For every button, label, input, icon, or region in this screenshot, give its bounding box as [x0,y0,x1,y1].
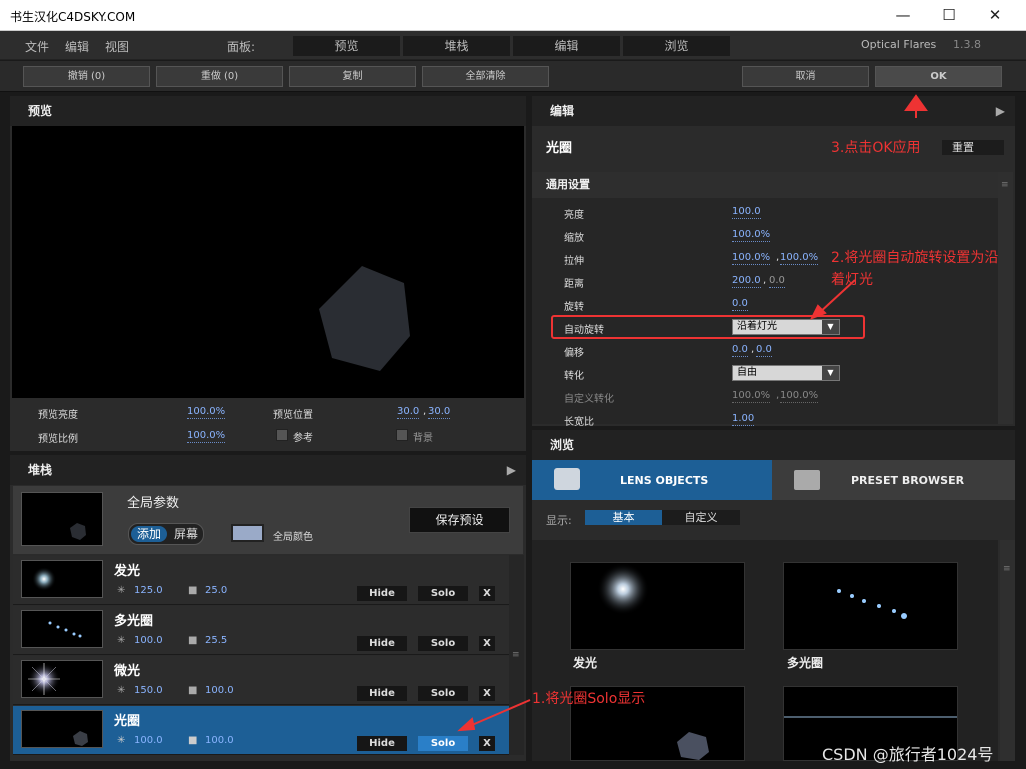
annotation-step2-line2: 着灯光 [831,272,873,288]
annotation-arrows [457,94,928,732]
annotation-step3: 3.点击OK应用 [831,140,921,156]
watermark: CSDN @旅行者1024号 [822,745,994,764]
annotation-step1: 1.将光圈Solo显示 [532,691,646,707]
annotation-step2-line1: 2.将光圈自动旋转设置为沿 [831,250,999,266]
